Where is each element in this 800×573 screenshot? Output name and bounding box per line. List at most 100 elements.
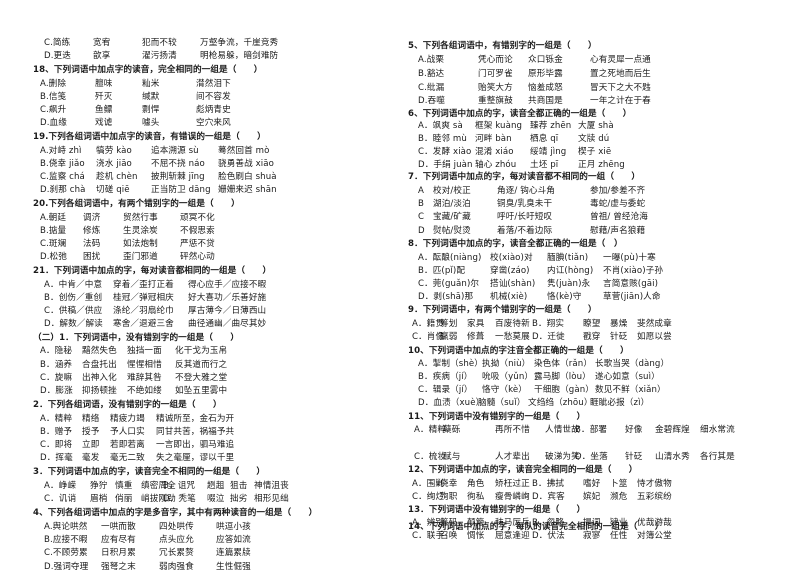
- answer-options-row: C．即将 立即 若即若离 一言即出，驷马难追: [0, 439, 400, 451]
- option-cell: 隽(juàn)永: [547, 279, 591, 289]
- answer-options-row: A.删除 膻味 籼米 潸然泪下: [0, 78, 400, 90]
- option-cell: A.朝廷: [40, 213, 67, 223]
- option-cell: 修葺: [467, 332, 485, 342]
- option-cell: 万壑争流，千崖竞秀: [200, 38, 279, 48]
- option-cell: A．掣制（shè）: [418, 359, 483, 369]
- option-cell: 犒劳 kào: [96, 146, 132, 156]
- option-cell: 出神入化: [82, 373, 117, 383]
- answer-options-row: A．籍贯 筹划 家具 百废待新 B．翔实 瞭望 暴燥 斐然成章: [400, 318, 800, 330]
- option-cell: 弱肉强食: [159, 562, 194, 572]
- option-cell: 得心应手／应接不暇: [188, 280, 267, 290]
- option-cell: 遂心如意（suì）: [595, 372, 660, 382]
- option-cell: 栖息 qī: [530, 134, 559, 144]
- answer-options-row: B.侥幸 jiǎo 浇水 jiāo 不屈不挠 náo 骁勇善战 xiāo: [0, 158, 400, 170]
- option-cell: D.松弛: [40, 252, 67, 262]
- answer-options-row: C.监察 chá 趁机 chèn 披荆斩棘 jīng 脸色刷白 shuà: [0, 171, 400, 183]
- question-stem: 13．下列词语中没有错别字的一组是（ ）: [408, 505, 586, 515]
- option-cell: 不登大雅之堂: [175, 373, 228, 383]
- option-cell: 角色: [467, 479, 485, 489]
- option-cell: C．梳妆: [414, 452, 447, 462]
- option-cell: 众口铄金: [528, 55, 563, 65]
- option-cell: 言简意赅(gāi): [603, 279, 659, 289]
- option-cell: 脑髓（suǐ）: [478, 398, 526, 408]
- option-cell: 如法炮制: [123, 239, 158, 249]
- option-cell: D．膨涨: [40, 386, 73, 396]
- option-cell: D．剥(shā)那: [418, 292, 474, 302]
- option-cell: D．坐落: [575, 452, 608, 462]
- option-cell: 蓦然回首 mò: [218, 146, 270, 156]
- option-cell: 化干戈为玉帛: [175, 346, 228, 356]
- option-cell: B．赠予: [40, 427, 73, 437]
- option-cell: 细水常流: [700, 425, 735, 435]
- answer-options-row: A．围剿 侥幸 角色 矫枉过正 B．拂拭 嗜好 卜筮 恃才傲物: [400, 478, 800, 490]
- option-cell: A．精粹: [40, 414, 73, 424]
- option-cell: 恃才傲物: [637, 479, 672, 489]
- option-cell: 轴心 zhóu: [475, 160, 517, 170]
- option-cell: D．迁徙: [532, 332, 565, 342]
- option-cell: 共商国是: [528, 96, 563, 106]
- option-cell: 调济: [83, 213, 101, 223]
- option-cell: C．发酵 xiào: [418, 147, 472, 157]
- option-cell: 露马脚（lòu）: [534, 372, 591, 382]
- option-cell: 山清水秀: [655, 452, 690, 462]
- option-cell: 暴燥: [610, 319, 628, 329]
- option-cell: 家具: [467, 319, 485, 329]
- option-cell: D.血缘: [40, 118, 67, 128]
- option-cell: A．中肯／中意: [44, 280, 103, 290]
- answer-options-row: C.飙升 鱼鳔 剽悍 彪炳青史: [0, 104, 400, 116]
- option-cell: D．手绢 juàn: [418, 160, 473, 170]
- option-cell: A.战栗: [418, 55, 445, 65]
- option-cell: 歪门邪道: [123, 252, 158, 262]
- option-cell: 再所不惜: [495, 425, 530, 435]
- option-cell: 彪炳青史: [196, 105, 231, 115]
- option-cell: 姗姗来迟 shān: [218, 185, 277, 195]
- option-cell: 冒天下之大不韪: [590, 83, 651, 93]
- answer-options-row: B．匹(pǐ)配 穿凿(záo) 内讧(hòng) 不肖(xiào)子孙: [400, 265, 800, 277]
- answer-options-row: D 熨帖/熨烫 着落/不着边际 慰藉/声名狼藉: [400, 225, 800, 237]
- option-cell: 内讧(hòng): [547, 266, 594, 276]
- answer-options-row: C 宝藏/矿藏 呼吁/长吁短叹 曾祖/ 曾经沧海: [400, 211, 800, 223]
- option-cell: 桂冠／弹冠相庆: [113, 293, 174, 303]
- option-cell: 骁勇善战 xiāo: [218, 159, 275, 169]
- option-cell: B．睦邻 mù: [418, 134, 467, 144]
- option-cell: 原形毕露: [528, 69, 563, 79]
- option-cell: 矫枉过正: [495, 479, 530, 489]
- option-cell: 神情沮丧: [254, 481, 289, 491]
- option-cell: B.侥幸 jiǎo: [40, 159, 85, 169]
- answer-options-row: C.纰漏 贻笑大方 恼羞成怒 冒天下之大不韪: [400, 82, 800, 94]
- question-stem: 5、下列各组词语中，有错别字的一组是（ ）: [408, 41, 597, 51]
- option-cell: B: [418, 199, 424, 209]
- answer-options-row: D．剥(shā)那 机械(xiè) 恪(kè)守 草菅(jiān)人命: [400, 291, 800, 303]
- option-cell: 针砭: [625, 452, 643, 462]
- option-cell: 正当防卫 dāng: [151, 185, 211, 195]
- option-cell: B．匹(pǐ)配: [418, 266, 466, 276]
- option-cell: 籼米: [142, 79, 160, 89]
- option-cell: B．翔实: [532, 319, 565, 329]
- option-cell: 点头应允: [159, 535, 194, 545]
- option-cell: 相形见绌: [254, 494, 289, 504]
- option-cell: B．诅咒: [163, 481, 196, 491]
- answer-options-row: C．莞(guǎn)尔 搭讪(shàn) 隽(juàn)永 言简意赅(gāi): [400, 278, 800, 290]
- option-cell: 筹划: [440, 319, 458, 329]
- answer-options-row: C.斑斓 法码 如法炮制 严惩不贷: [0, 238, 400, 250]
- option-cell: 赢弱: [440, 332, 458, 342]
- answer-options-row: A．酝酿(niàng) 校(xiào)对 腼腆(tiǎn) 一曝(pù)十寒: [400, 252, 800, 264]
- question-stem: 14、下列词语中加点的字，每队的读音完全相同的一组是（ ）: [408, 522, 664, 532]
- answer-options-row: C．发酵 xiào 混淆 xiáo 绥靖 jìng 楔子 xiē: [400, 146, 800, 158]
- option-cell: 精疲力竭: [110, 414, 145, 424]
- question-stem: 7．下列词语中加点的字，每对读音都不相同的一组（ ）: [408, 172, 641, 182]
- option-cell: 严惩不贷: [180, 239, 215, 249]
- option-cell: 好像: [625, 425, 643, 435]
- option-cell: 百废待新: [495, 319, 530, 329]
- option-cell: 潸然泪下: [196, 79, 231, 89]
- option-cell: 人才辈出: [495, 452, 530, 462]
- option-cell: 卜筮: [610, 479, 628, 489]
- option-cell: A.对峙 zhì: [40, 146, 82, 156]
- option-cell: D．宾客: [532, 492, 565, 502]
- option-cell: B.信笺: [40, 92, 67, 102]
- option-cell: 宝藏/矿藏: [433, 212, 471, 222]
- answer-options-row: A．峥嵘 狰狞 慎重 缜密周全 B．诅咒 趔趄 狙击 神情沮丧: [0, 480, 400, 492]
- answer-options-row: B．涵养 合盘托出 惺惺相惜 反其道而行之: [0, 359, 400, 371]
- option-cell: 四处哄传: [159, 522, 194, 532]
- option-cell: A.删除: [40, 79, 67, 89]
